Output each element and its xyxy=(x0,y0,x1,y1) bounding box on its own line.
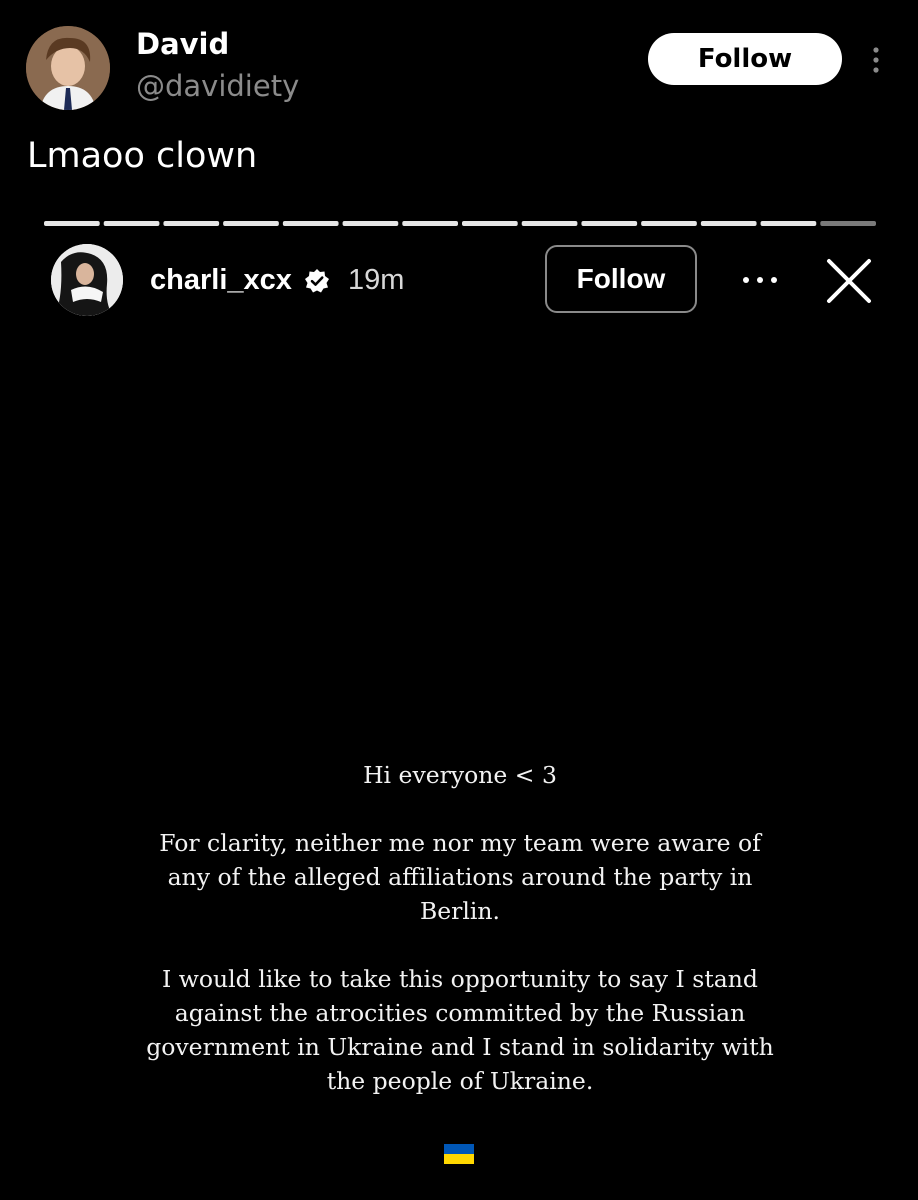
progress-segment xyxy=(223,221,279,226)
progress-segment xyxy=(641,221,697,226)
statement-paragraph: I would like to take this opportunity to… xyxy=(146,965,774,1095)
story-avatar[interactable] xyxy=(51,244,123,316)
verified-badge-icon xyxy=(304,268,330,294)
follow-button[interactable]: Follow xyxy=(648,33,842,85)
ukraine-flag-icon xyxy=(444,1144,474,1164)
story-username[interactable]: charli_xcx xyxy=(150,262,292,298)
progress-segment xyxy=(103,221,160,226)
flag-stripe xyxy=(444,1144,474,1154)
flag-stripe xyxy=(444,1154,474,1164)
progress-segment xyxy=(342,221,399,226)
progress-segment xyxy=(163,221,220,226)
progress-segment xyxy=(462,221,518,226)
statement-greeting: Hi everyone < 3 xyxy=(363,761,557,789)
progress-segment xyxy=(402,221,458,226)
author-handle[interactable]: @davidiety xyxy=(136,66,299,106)
progress-segment xyxy=(820,221,876,226)
story-follow-button[interactable]: Follow xyxy=(545,245,697,313)
progress-segment xyxy=(282,221,339,226)
progress-segment xyxy=(581,221,638,226)
story-statement: Hi everyone < 3 For clarity, neither me … xyxy=(140,758,780,1098)
statement-paragraph: For clarity, neither me nor my team were… xyxy=(159,829,761,925)
progress-segment xyxy=(760,221,817,226)
progress-segment xyxy=(700,221,757,226)
author-display-name[interactable]: David xyxy=(136,24,229,64)
progress-segment xyxy=(44,221,100,226)
story-progress-bar xyxy=(44,221,876,226)
progress-segment xyxy=(521,221,578,226)
story-timestamp: 19m xyxy=(348,264,405,296)
author-avatar[interactable] xyxy=(26,26,110,110)
more-vertical-icon[interactable] xyxy=(864,44,888,76)
more-horizontal-icon[interactable] xyxy=(740,270,780,290)
close-icon[interactable] xyxy=(824,256,874,306)
post-text: Lmaoo clown xyxy=(27,136,258,176)
